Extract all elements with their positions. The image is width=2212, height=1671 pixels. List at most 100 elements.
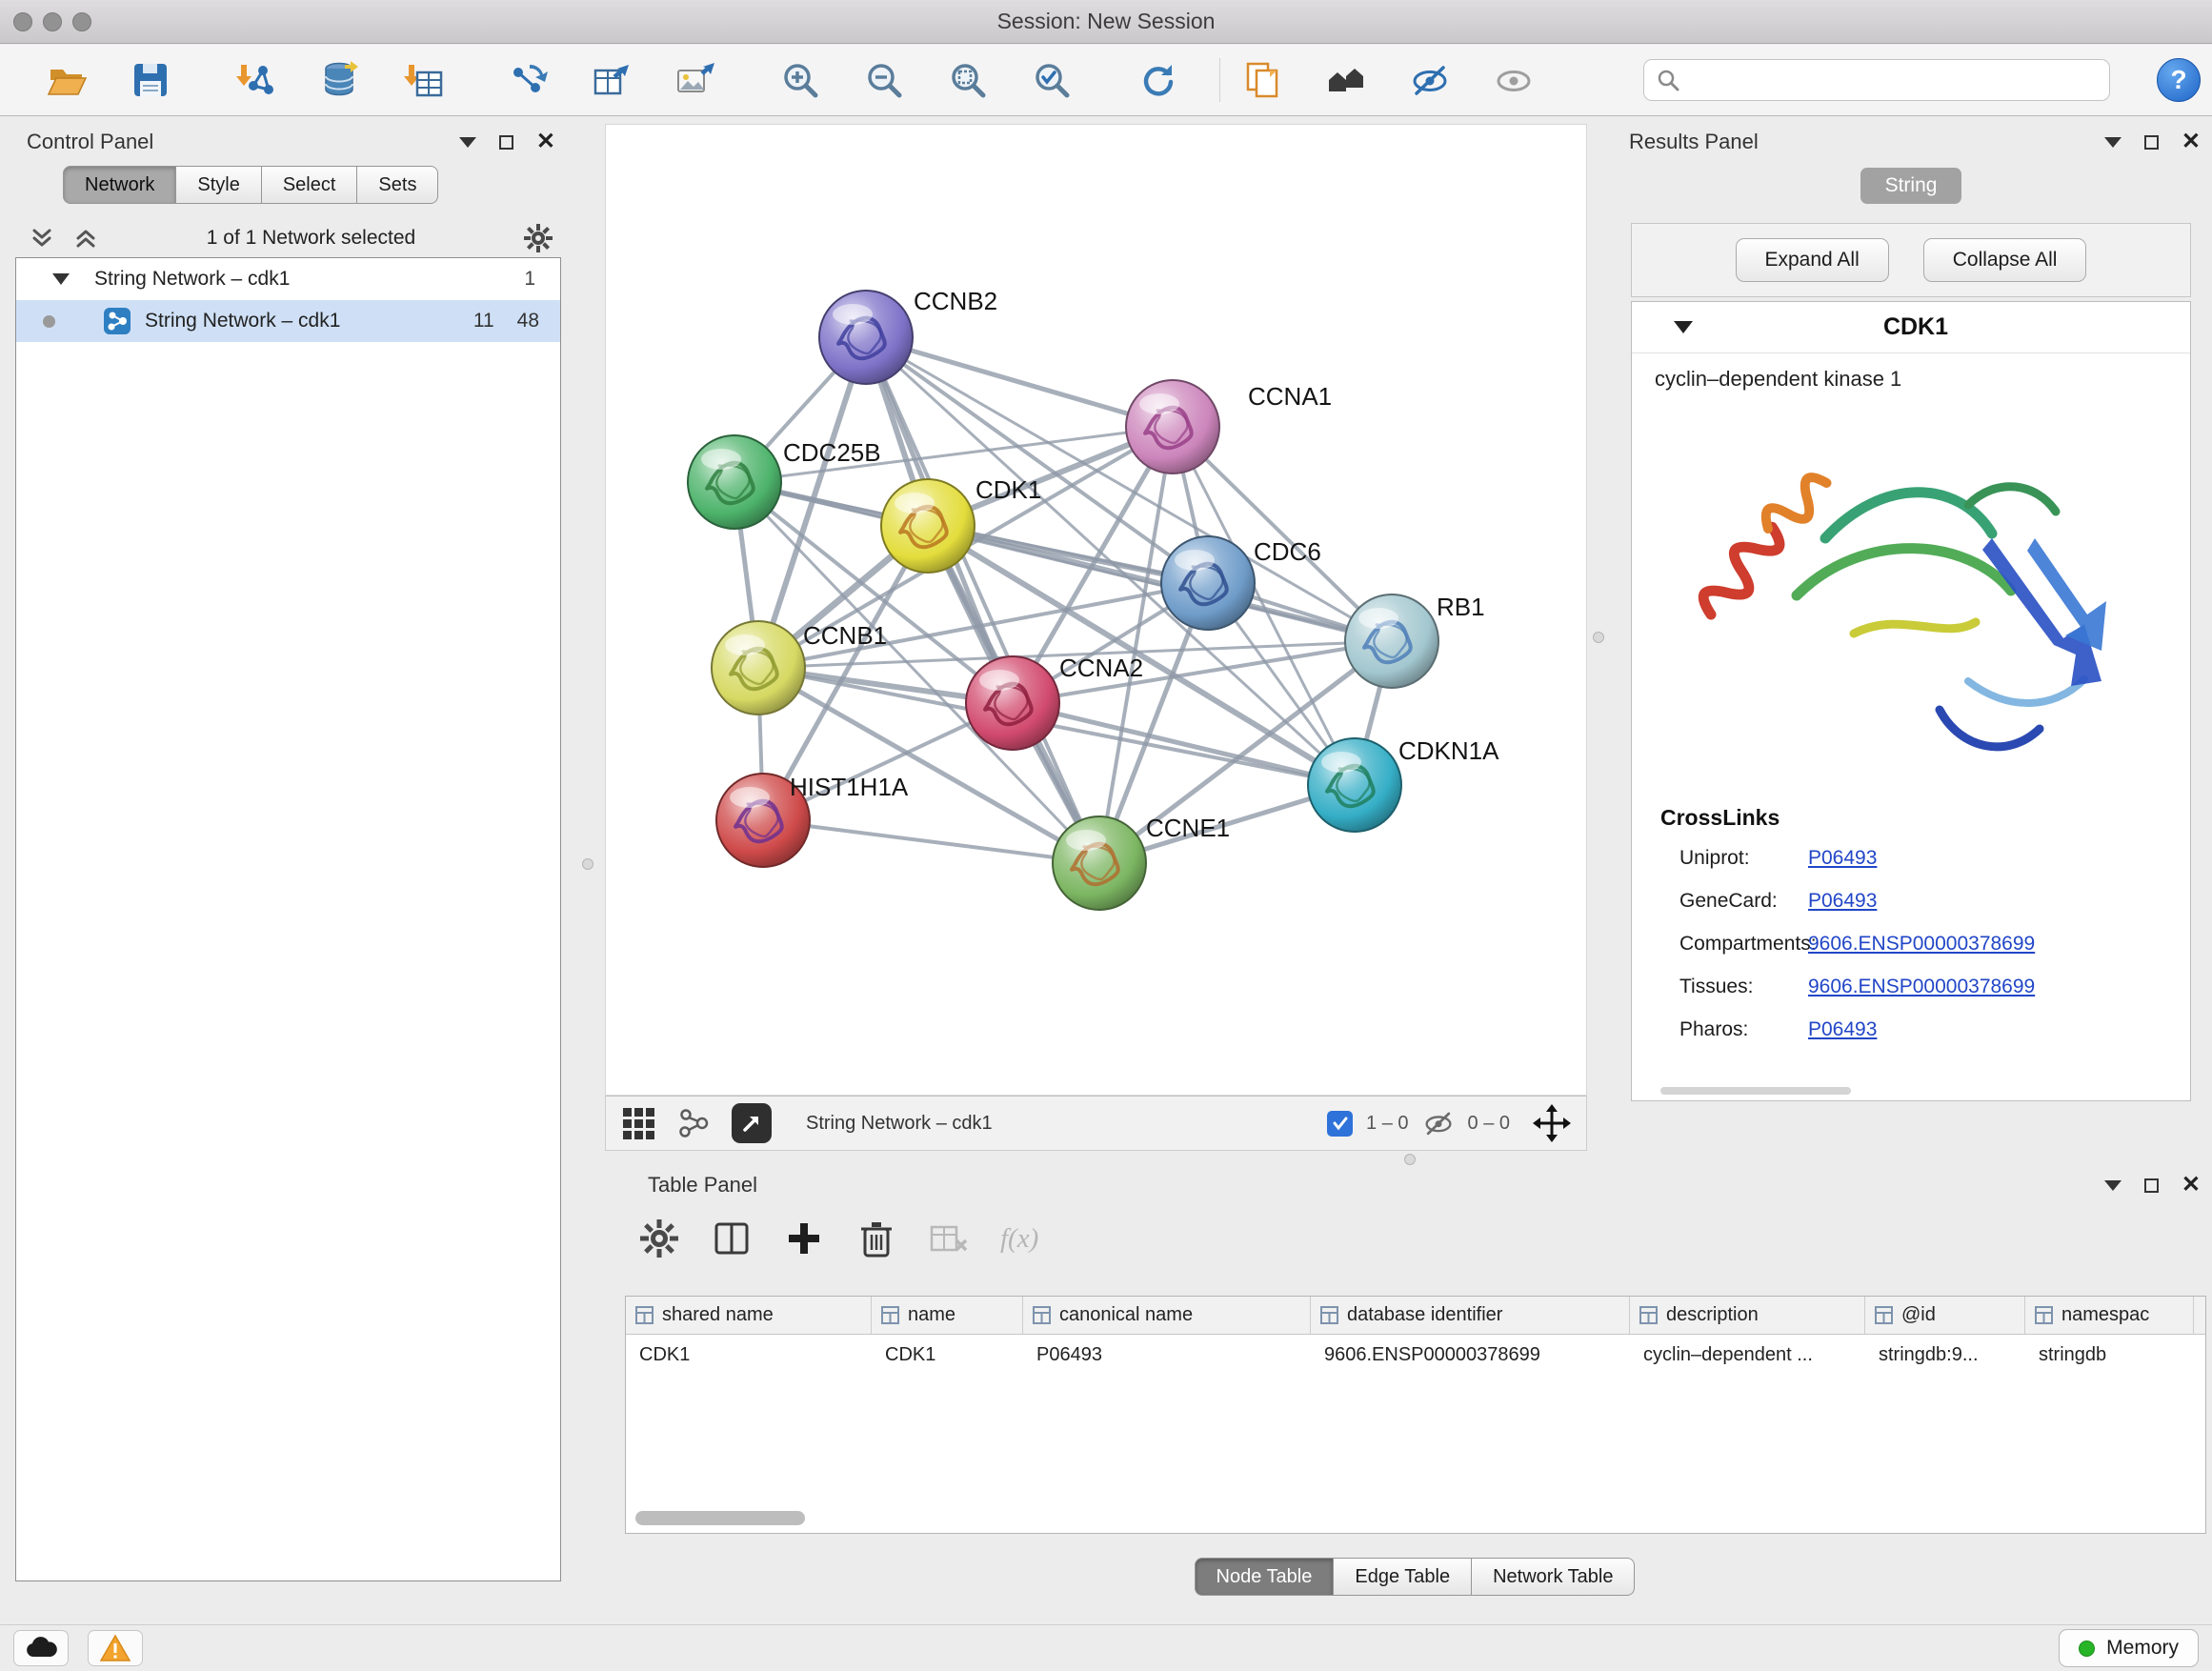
crosslink-link[interactable]: P06493 (1808, 1018, 1877, 1041)
zoom-in-icon[interactable] (779, 59, 821, 101)
table-cell[interactable]: P06493 (1023, 1335, 1311, 1375)
network-node-CDK1[interactable] (881, 479, 975, 573)
network-graph[interactable]: CCNB2CCNA1CDC25BCDK1CDC6RB1CCNB1CCNA2CDK… (606, 125, 1586, 1095)
column-header-namespac[interactable]: namespac (2025, 1297, 2194, 1334)
grid-view-icon[interactable] (621, 1106, 655, 1140)
export-image-icon[interactable] (674, 59, 716, 101)
table-cell[interactable]: cyclin–dependent ... (1630, 1335, 1865, 1375)
network-edge[interactable] (763, 820, 1099, 863)
section-collapse-icon[interactable] (1674, 321, 1693, 333)
column-header-canonical-name[interactable]: canonical name (1023, 1297, 1311, 1334)
panel-float-icon[interactable] (2144, 1178, 2159, 1193)
cloud-status-button[interactable] (13, 1630, 69, 1666)
panel-close-icon[interactable]: ✕ (2182, 1174, 2201, 1197)
import-network-file-icon[interactable] (234, 59, 276, 101)
column-header-shared-name[interactable]: shared name (626, 1297, 872, 1334)
network-canvas[interactable]: CCNB2CCNA1CDC25BCDK1CDC6RB1CCNB1CCNA2CDK… (605, 124, 1587, 1096)
crosslink-link[interactable]: P06493 (1808, 890, 1877, 913)
table-cell[interactable]: stringdb:9... (1865, 1335, 2025, 1375)
table-horizontal-scrollbar[interactable] (635, 1511, 805, 1525)
warnings-button[interactable] (88, 1630, 143, 1666)
crosslink-link[interactable]: P06493 (1808, 847, 1877, 870)
open-session-icon[interactable] (46, 59, 88, 101)
tab-network[interactable]: Network (63, 166, 176, 204)
panel-close-icon[interactable]: ✕ (536, 131, 555, 153)
column-header-description[interactable]: description (1630, 1297, 1865, 1334)
import-network-database-icon[interactable] (318, 59, 360, 101)
network-node-CCNE1[interactable] (1053, 816, 1146, 910)
zoom-out-icon[interactable] (863, 59, 905, 101)
copy-icon[interactable] (1241, 59, 1283, 101)
search-input[interactable] (1680, 62, 2109, 98)
panel-menu-icon[interactable] (2104, 1180, 2122, 1191)
table-row[interactable]: CDK1CDK1P064939606.ENSP00000378699cyclin… (626, 1335, 2205, 1375)
crosslink-link[interactable]: 9606.ENSP00000378699 (1808, 976, 2035, 998)
show-columns-icon[interactable] (711, 1218, 753, 1259)
tab-network-table[interactable]: Network Table (1472, 1558, 1635, 1596)
panel-float-icon[interactable] (2144, 135, 2159, 150)
hidden-eye-slash-icon[interactable] (1422, 1107, 1455, 1139)
table-cell[interactable]: CDK1 (626, 1335, 872, 1375)
results-scrollbar[interactable] (1660, 1087, 1851, 1095)
network-node-CCNA1[interactable] (1126, 380, 1219, 473)
network-node-CDC25B[interactable] (688, 435, 781, 529)
maximize-window-button[interactable] (72, 12, 91, 31)
new-table-icon[interactable] (591, 59, 633, 101)
table-cell[interactable]: 9606.ENSP00000378699 (1311, 1335, 1630, 1375)
add-column-plus-icon[interactable] (783, 1218, 825, 1259)
refresh-icon[interactable] (1136, 59, 1177, 101)
network-edge[interactable] (866, 337, 1173, 427)
zoom-fit-icon[interactable] (947, 59, 989, 101)
annotation-mode-button[interactable] (732, 1103, 772, 1143)
collapse-all-icon[interactable] (29, 225, 55, 252)
left-splitter-handle[interactable] (582, 858, 593, 870)
tab-edge-table[interactable]: Edge Table (1334, 1558, 1472, 1596)
network-node-CCNB1[interactable] (712, 621, 805, 715)
column-header-database-identifier[interactable]: database identifier (1311, 1297, 1630, 1334)
import-table-icon[interactable] (402, 59, 444, 101)
network-view-icon[interactable] (676, 1106, 711, 1140)
network-row-selected[interactable]: String Network – cdk1 11 48 (16, 300, 560, 342)
zoom-selected-icon[interactable] (1031, 59, 1073, 101)
selected-nodes-checkbox[interactable] (1327, 1111, 1353, 1137)
tab-node-table[interactable]: Node Table (1195, 1558, 1335, 1596)
gear-icon[interactable] (523, 223, 553, 253)
network-node-RB1[interactable] (1345, 594, 1438, 688)
network-node-CDC6[interactable] (1161, 536, 1255, 630)
tab-select[interactable]: Select (262, 166, 358, 204)
tree-expand-icon[interactable] (52, 273, 70, 285)
expand-all-button[interactable]: Expand All (1736, 238, 1889, 282)
tab-string[interactable]: String (1860, 168, 1962, 204)
table-cell[interactable]: CDK1 (872, 1335, 1023, 1375)
hide-selected-eye-slash-icon[interactable] (1409, 59, 1451, 101)
help-button[interactable]: ? (2157, 58, 2201, 102)
birds-eye-icon[interactable] (1325, 59, 1367, 101)
pan-move-icon[interactable] (1533, 1104, 1571, 1142)
collapse-all-button[interactable]: Collapse All (1923, 238, 2087, 282)
panel-menu-icon[interactable] (459, 137, 476, 148)
delete-column-trash-icon[interactable] (855, 1218, 897, 1259)
tab-style[interactable]: Style (176, 166, 261, 204)
bottom-splitter-handle[interactable] (1404, 1154, 1416, 1165)
table-cell[interactable]: stringdb (2025, 1335, 2194, 1375)
save-session-icon[interactable] (130, 59, 171, 101)
panel-menu-icon[interactable] (2104, 137, 2122, 148)
column-header-name[interactable]: name (872, 1297, 1023, 1334)
gene-section-header[interactable]: CDK1 (1632, 302, 2190, 353)
table-settings-gear-icon[interactable] (638, 1218, 680, 1259)
network-collection-row[interactable]: String Network – cdk1 1 (16, 258, 560, 300)
right-splitter-handle[interactable] (1593, 632, 1604, 643)
panel-close-icon[interactable]: ✕ (2182, 131, 2201, 153)
show-all-eye-icon[interactable] (1493, 59, 1535, 101)
tab-sets[interactable]: Sets (357, 166, 438, 204)
crosslink-link[interactable]: 9606.ENSP00000378699 (1808, 933, 2035, 956)
column-header-@id[interactable]: @id (1865, 1297, 2025, 1334)
network-node-CCNB2[interactable] (819, 291, 913, 384)
network-node-CCNA2[interactable] (966, 656, 1059, 750)
new-network-icon[interactable] (507, 59, 549, 101)
panel-float-icon[interactable] (499, 135, 513, 150)
expand-all-icon[interactable] (72, 225, 99, 252)
minimize-window-button[interactable] (43, 12, 62, 31)
memory-button[interactable]: Memory (2059, 1629, 2199, 1667)
network-node-CDKN1A[interactable] (1308, 738, 1401, 832)
